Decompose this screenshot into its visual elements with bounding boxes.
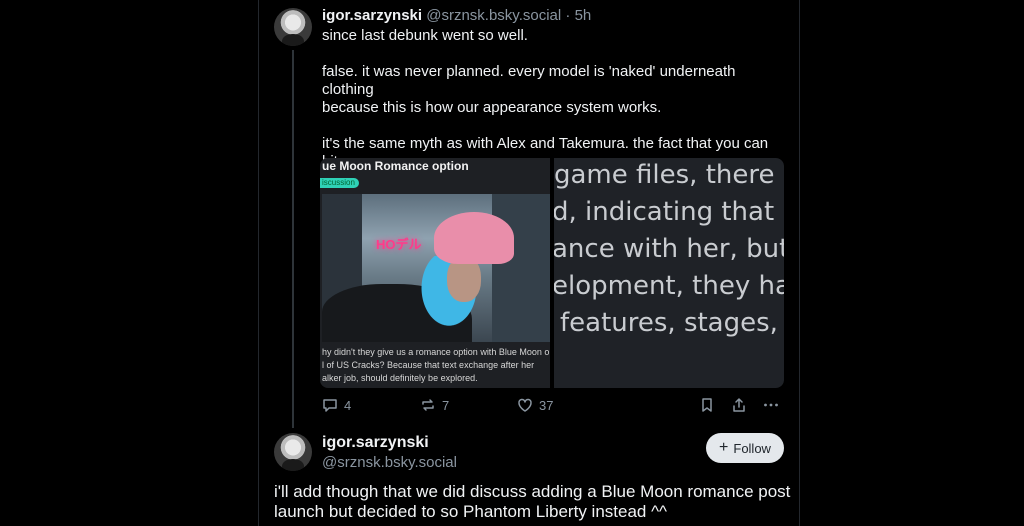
bookmark-icon xyxy=(702,398,712,412)
reply-icon xyxy=(323,399,337,412)
thread-line xyxy=(292,50,294,428)
more-options-button[interactable] xyxy=(763,397,779,413)
author-username[interactable]: @srznsk.bsky.social xyxy=(426,7,561,24)
separator: · xyxy=(565,7,571,24)
bookmark-button[interactable] xyxy=(699,397,715,413)
follow-label: Follow xyxy=(733,440,771,456)
caption-line: alker job, should definitely be explored… xyxy=(322,373,478,383)
text-line: elopment, they had xyxy=(554,271,784,301)
repost-count: 7 xyxy=(442,397,450,413)
text-line: game files, there is a xyxy=(554,160,784,190)
author-name[interactable]: igor.sarzynski xyxy=(322,434,429,452)
like-button[interactable]: 37 xyxy=(517,397,553,413)
repost-icon xyxy=(422,399,434,411)
caption-line: l of US Cracks? Because that text exchan… xyxy=(322,360,535,370)
discussion-tag: iscussion xyxy=(320,178,359,188)
media-image-right[interactable]: game files, there is a d, indicating tha… xyxy=(554,158,784,388)
character-screenshot: HOデル xyxy=(322,194,550,342)
screenshot-title: ue Moon Romance option xyxy=(322,159,469,173)
share-icon xyxy=(733,398,745,412)
reply-count: 4 xyxy=(344,397,352,413)
heart-icon xyxy=(518,398,532,412)
post-header: igor.sarzynski @srznsk.bsky.social · 5h xyxy=(322,7,591,24)
post-time[interactable]: 5h xyxy=(575,7,592,24)
avatar[interactable] xyxy=(274,8,312,46)
post-paragraph: since last debunk went so well. xyxy=(322,27,528,44)
like-count: 37 xyxy=(539,397,554,413)
post-line: launch but decided to so Phantom Liberty… xyxy=(274,502,668,521)
media-image-left[interactable]: ue Moon Romance option iscussion HOデル hy… xyxy=(320,158,550,388)
neon-sign: HOデル xyxy=(376,237,422,252)
post-line: i'll add though that we did discuss addi… xyxy=(274,482,791,501)
caption-line: hy didn't they give us a romance option … xyxy=(322,347,550,357)
author-username[interactable]: @srznsk.bsky.social xyxy=(322,454,457,471)
text-line: features, stages, ch xyxy=(560,308,784,338)
plus-icon: + xyxy=(719,439,729,456)
media-gallery: ue Moon Romance option iscussion HOデル hy… xyxy=(320,158,784,388)
post-body: i'll add though that we did discuss addi… xyxy=(274,482,791,522)
text-line: ance with her, but du xyxy=(554,234,784,264)
follow-button[interactable]: + Follow xyxy=(706,433,784,463)
post-paragraph: false. it was never planned. every model… xyxy=(322,63,736,116)
text-line: d, indicating that MA xyxy=(554,197,784,227)
share-button[interactable] xyxy=(731,397,747,413)
author-name[interactable]: igor.sarzynski xyxy=(322,7,422,24)
reply-button[interactable]: 4 xyxy=(322,397,351,413)
more-icon xyxy=(764,403,778,407)
screenshot-caption: hy didn't they give us a romance option … xyxy=(322,346,550,385)
repost-button[interactable]: 7 xyxy=(420,397,449,413)
avatar[interactable] xyxy=(274,433,312,471)
